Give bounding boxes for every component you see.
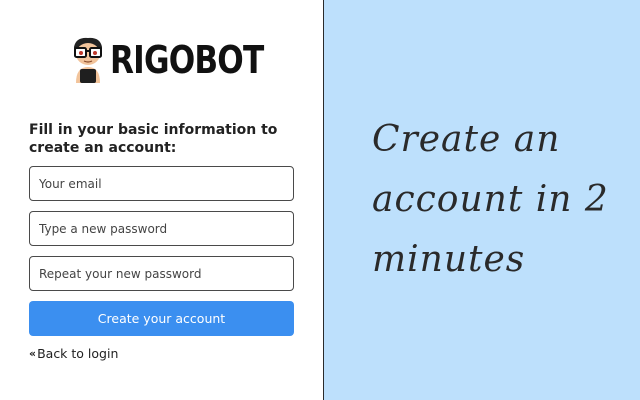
signup-page: RIGOBOT Fill in your basic information t… (0, 0, 640, 400)
form-heading: Fill in your basic information to create… (29, 122, 278, 156)
email-field[interactable] (29, 166, 294, 201)
double-chevron-left-icon: ‹‹ (29, 347, 36, 360)
signup-panel: RIGOBOT Fill in your basic information t… (0, 0, 323, 400)
brand-name: RIGOBOT (110, 38, 264, 82)
back-to-login-link[interactable]: ‹‹ Back to login (29, 346, 118, 361)
brand-logo: RIGOBOT (68, 34, 297, 86)
rigobot-mascot-icon (74, 37, 102, 83)
repeat-password-field[interactable] (29, 256, 294, 291)
promo-tagline: Create an account in 2 minutes (372, 119, 609, 280)
back-to-login-label: Back to login (37, 346, 119, 361)
create-account-button[interactable]: Create your account (29, 301, 294, 336)
password-field[interactable] (29, 211, 294, 246)
